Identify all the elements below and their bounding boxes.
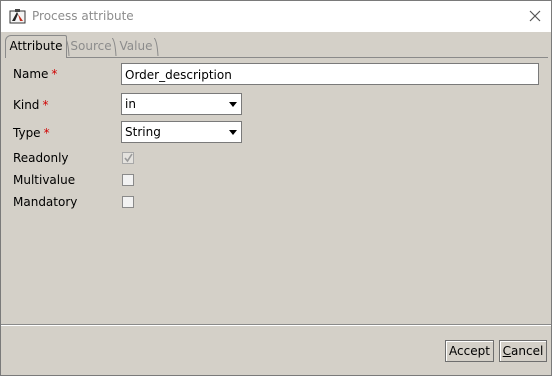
window-title: Process attribute [32, 9, 134, 23]
tab-value[interactable]: Value [115, 36, 157, 56]
type-select[interactable]: String [121, 121, 242, 143]
type-label: Type * [13, 126, 50, 140]
mandatory-label: Mandatory [13, 195, 78, 209]
title-bar: Process attribute [1, 1, 551, 32]
tab-attribute[interactable]: Attribute [5, 35, 67, 58]
required-mark: * [42, 98, 49, 112]
footer-divider-highlight [1, 325, 551, 326]
name-label: Name * [13, 67, 58, 81]
cancel-mnemonic: C [502, 344, 512, 358]
required-mark: * [51, 67, 58, 81]
kind-select[interactable]: in [121, 93, 242, 115]
tab-source[interactable]: Source [68, 36, 114, 56]
mandatory-checkbox[interactable] [122, 196, 134, 208]
readonly-checkbox[interactable] [122, 152, 134, 164]
tab-separator [154, 38, 159, 56]
readonly-label: Readonly [13, 151, 69, 165]
kind-label: Kind * [13, 98, 49, 112]
chevron-down-icon [229, 130, 237, 135]
dialog-window: Process attribute Attribute Source Value… [0, 0, 552, 376]
chevron-down-icon [229, 102, 237, 107]
cancel-label-rest: ancel [511, 344, 544, 358]
tab-strip: Attribute Source Value [1, 32, 551, 58]
kind-select-value: in [125, 97, 136, 111]
required-mark: * [43, 126, 50, 140]
attribute-panel [5, 57, 548, 324]
cancel-button[interactable]: Cancel [499, 340, 547, 362]
multivalue-label: Multivalue [13, 173, 76, 187]
process-app-icon [9, 9, 26, 24]
checkmark-icon [124, 153, 133, 163]
multivalue-checkbox[interactable] [122, 174, 134, 186]
type-select-value: String [125, 125, 161, 139]
name-input[interactable]: Order_description [121, 63, 539, 85]
close-icon[interactable] [527, 8, 543, 24]
accept-button[interactable]: Accept [445, 340, 494, 362]
